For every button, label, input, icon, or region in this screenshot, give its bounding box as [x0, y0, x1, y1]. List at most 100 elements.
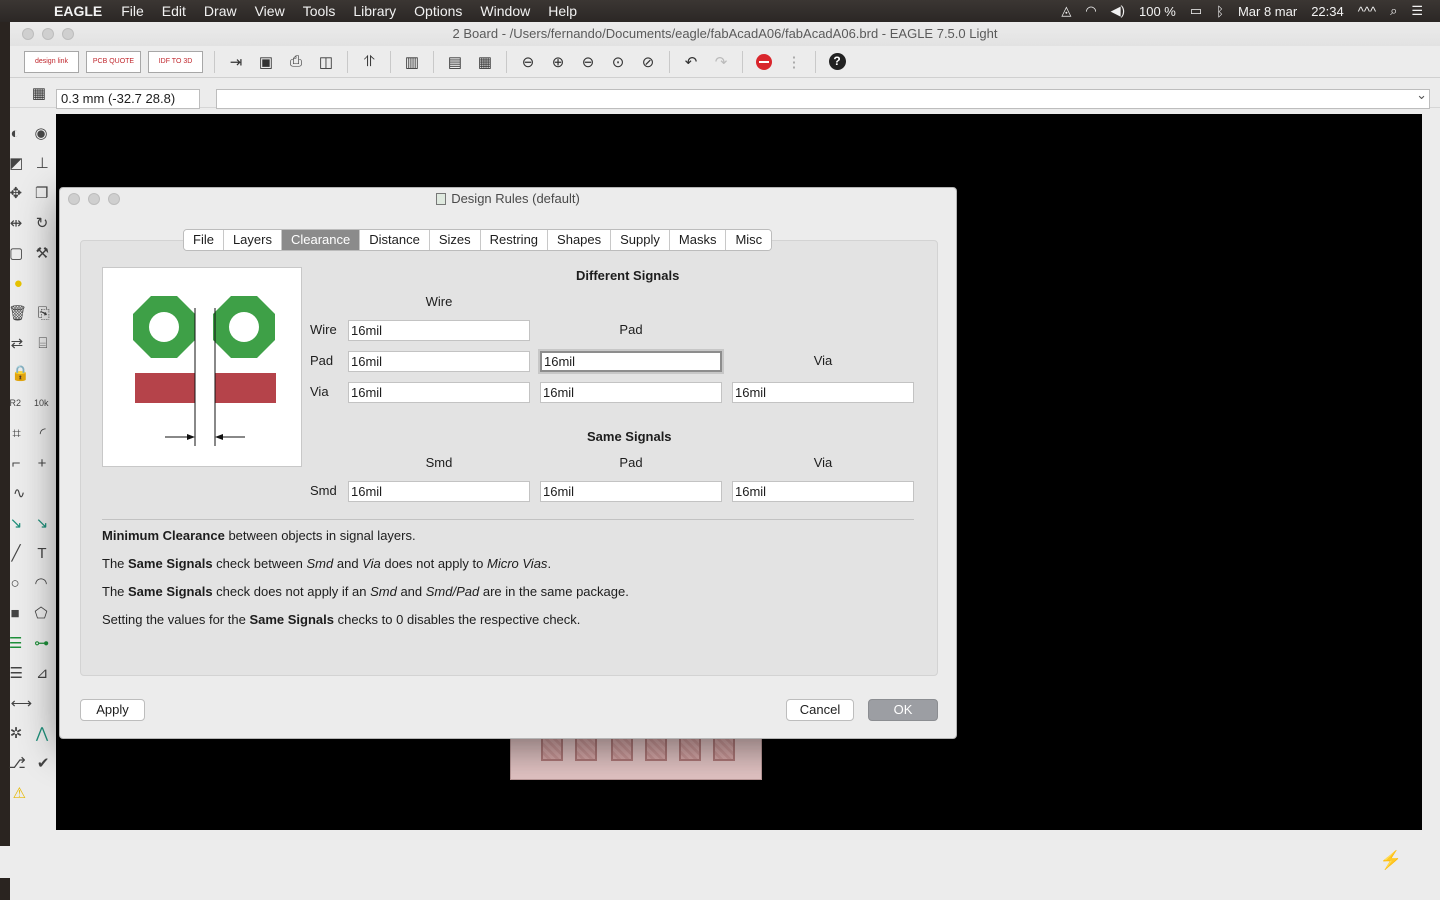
- ratsnest-icon[interactable]: ✲: [10, 724, 23, 742]
- mirror-icon[interactable]: ⇹: [10, 214, 23, 232]
- info-icon[interactable]: ◐: [10, 125, 19, 142]
- open-icon[interactable]: ⇥: [223, 50, 249, 74]
- volume-icon[interactable]: ◀): [1104, 3, 1132, 19]
- dialog-minimize-button[interactable]: [88, 193, 100, 205]
- mark-icon[interactable]: ⊥: [36, 154, 49, 172]
- meander-icon[interactable]: ∿: [13, 484, 26, 502]
- replace-icon[interactable]: ⇄: [11, 334, 24, 352]
- ulp-run-icon[interactable]: ▦: [472, 50, 498, 74]
- pad-pad-clearance-input[interactable]: 16mil: [540, 351, 722, 372]
- eye-icon[interactable]: ◉: [34, 124, 47, 142]
- delete-icon[interactable]: 🗑: [8, 304, 27, 322]
- print-icon[interactable]: ⎙: [283, 50, 309, 74]
- ulp-icon[interactable]: ⥣: [356, 50, 382, 74]
- wire-icon[interactable]: ╱: [11, 544, 20, 562]
- lock-small-icon[interactable]: ⌸: [38, 335, 47, 352]
- dialog-zoom-button[interactable]: [108, 193, 120, 205]
- menu-draw[interactable]: Draw: [195, 3, 246, 19]
- tab-supply[interactable]: Supply: [611, 230, 670, 250]
- zoom-fit-icon[interactable]: ⊖: [515, 50, 541, 74]
- paste-icon[interactable]: ●: [14, 275, 23, 292]
- via-pad-clearance-input[interactable]: 16mil: [540, 382, 722, 403]
- change-icon[interactable]: ⚒: [35, 244, 48, 262]
- dialog-close-button[interactable]: [68, 193, 80, 205]
- extra-menu-label[interactable]: ^^^: [1351, 4, 1383, 19]
- auto-icon[interactable]: ⋀: [36, 724, 48, 742]
- move-icon[interactable]: ✥: [9, 184, 22, 202]
- tab-restring[interactable]: Restring: [480, 230, 549, 250]
- menu-view[interactable]: View: [246, 3, 294, 19]
- group-icon[interactable]: ▢: [9, 244, 23, 262]
- tab-file[interactable]: File: [184, 230, 224, 250]
- attribute-icon[interactable]: ⊿: [36, 664, 49, 682]
- errors-icon[interactable]: ⚠: [13, 784, 26, 802]
- route-icon[interactable]: ↘: [10, 514, 23, 532]
- notification-center-icon[interactable]: ☰: [1404, 3, 1430, 19]
- via-wire-clearance-input[interactable]: 16mil: [348, 382, 530, 403]
- wire-wire-clearance-input[interactable]: 16mil: [348, 320, 530, 341]
- apply-button[interactable]: Apply: [80, 699, 145, 721]
- script-icon[interactable]: ▤: [442, 50, 468, 74]
- smash-icon[interactable]: ⌗: [12, 425, 20, 442]
- ripup-icon[interactable]: ↘: [36, 514, 49, 532]
- menu-file[interactable]: File: [112, 3, 153, 19]
- lock-icon[interactable]: 🔒: [11, 364, 30, 382]
- tab-misc[interactable]: Misc: [726, 230, 772, 250]
- time-label[interactable]: 22:34: [1304, 4, 1351, 19]
- hole-icon[interactable]: ☰: [9, 664, 22, 682]
- text-icon[interactable]: T: [37, 545, 46, 562]
- arc-icon[interactable]: ◠: [34, 574, 47, 592]
- date-label[interactable]: Mar 8 mar: [1231, 4, 1304, 19]
- copy-icon[interactable]: ❐: [35, 184, 48, 202]
- spotlight-search-icon[interactable]: ⌕: [1383, 3, 1404, 19]
- window-close-button[interactable]: [22, 28, 34, 40]
- optimize-icon[interactable]: +: [38, 455, 47, 472]
- erc-icon[interactable]: ⎇: [9, 754, 26, 772]
- dimension-icon[interactable]: ⟷: [11, 694, 33, 712]
- battery-icon[interactable]: ▭: [1183, 3, 1209, 19]
- layers-icon[interactable]: ◩: [9, 154, 23, 172]
- circle-icon[interactable]: ○: [10, 575, 19, 592]
- rotate-icon[interactable]: ↻: [36, 214, 49, 232]
- via-icon[interactable]: ☰: [9, 634, 22, 652]
- menu-window[interactable]: Window: [471, 3, 539, 19]
- stop-icon[interactable]: [751, 50, 777, 74]
- tab-masks[interactable]: Masks: [669, 230, 727, 250]
- tab-layers[interactable]: Layers: [223, 230, 282, 250]
- pcb-quote-button[interactable]: PCB QUOTE: [86, 50, 141, 73]
- zoom-in-icon[interactable]: ⊕: [545, 50, 571, 74]
- tab-clearance[interactable]: Clearance: [281, 230, 361, 250]
- window-zoom-button[interactable]: [62, 28, 74, 40]
- wifi-icon[interactable]: ◠: [1078, 3, 1103, 19]
- tab-distance[interactable]: Distance: [360, 230, 430, 250]
- drc-icon[interactable]: ✔: [37, 754, 50, 772]
- smd-pad-clearance-input[interactable]: 16mil: [540, 481, 722, 502]
- split-icon[interactable]: ⌐: [12, 455, 21, 472]
- menu-tools[interactable]: Tools: [294, 3, 345, 19]
- name-icon[interactable]: R2: [9, 398, 21, 408]
- battery-label[interactable]: 100 %: [1132, 4, 1183, 19]
- value-icon[interactable]: 10k: [34, 398, 49, 408]
- menu-edit[interactable]: Edit: [153, 3, 195, 19]
- zoom-out-icon[interactable]: ⊖: [575, 50, 601, 74]
- rect-icon[interactable]: ■: [10, 605, 19, 622]
- design-link-button[interactable]: design link: [24, 50, 79, 73]
- bluetooth-icon[interactable]: ᛒ: [1209, 4, 1231, 19]
- tab-shapes[interactable]: Shapes: [548, 230, 612, 250]
- grid-icon[interactable]: ▦: [26, 81, 52, 105]
- polygon-icon[interactable]: ⬠: [34, 604, 47, 622]
- via-via-clearance-input[interactable]: 16mil: [732, 382, 914, 403]
- tab-sizes[interactable]: Sizes: [429, 230, 481, 250]
- schematic-switch-icon[interactable]: ▥: [399, 50, 425, 74]
- idf-to-3d-button[interactable]: IDF TO 3D: [148, 50, 203, 73]
- menu-help[interactable]: Help: [539, 3, 586, 19]
- menu-library[interactable]: Library: [344, 3, 405, 19]
- signal-icon[interactable]: ⊶: [34, 634, 49, 652]
- cam-icon[interactable]: ◫: [313, 50, 339, 74]
- zoom-select-icon[interactable]: ⊙: [605, 50, 631, 74]
- smd-smd-clearance-input[interactable]: 16mil: [348, 481, 530, 502]
- help-icon[interactable]: ?: [824, 50, 850, 74]
- smd-via-clearance-input[interactable]: 16mil: [732, 481, 914, 502]
- menu-app-name[interactable]: EAGLE: [46, 3, 112, 19]
- command-line-input[interactable]: [216, 87, 1430, 109]
